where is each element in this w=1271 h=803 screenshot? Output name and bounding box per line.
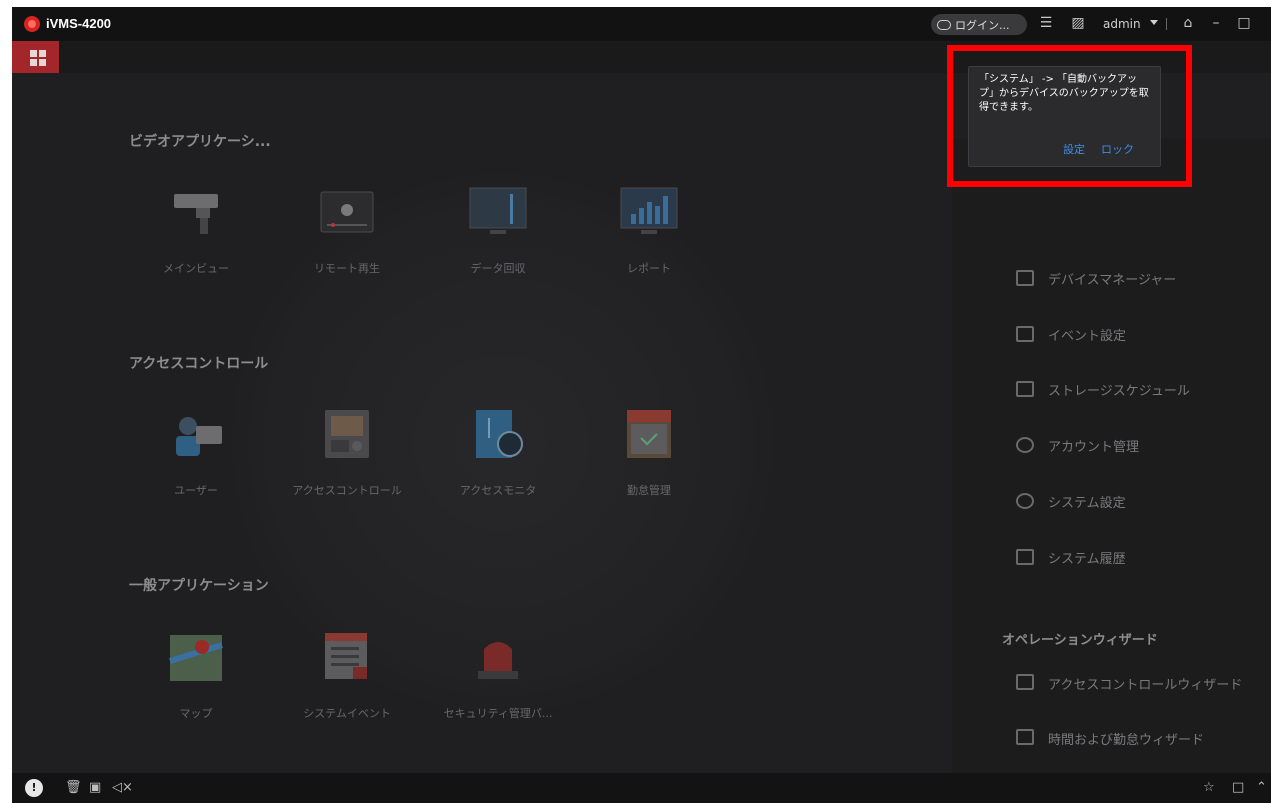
rp-system-log[interactable]: システム履歴 <box>1048 548 1126 567</box>
right-panel: デバイスマネージャー イベント設定 ストレージスケジュール アカウント管理 シス… <box>952 139 1271 803</box>
window-icon[interactable]: □ <box>1232 780 1244 796</box>
app-label: セキュリティ管理パ... <box>443 707 553 720</box>
grid-icon-part <box>30 59 37 66</box>
status-bar: ! 🗑 ▣ ◁× ☆ □ ⌃ <box>12 773 1271 803</box>
app-report[interactable]: レポート <box>574 186 724 276</box>
chevron-down-icon[interactable] <box>1150 20 1158 25</box>
section-title-general: 一般アプリケーション <box>129 578 269 594</box>
pin-icon[interactable]: ☆ <box>1203 780 1215 796</box>
app-logo-icon <box>24 16 40 32</box>
monitor-icon <box>468 186 528 238</box>
app-label: データ回収 <box>470 262 526 275</box>
grid-icon-part <box>39 59 46 66</box>
app-data-retrieval[interactable]: データ回収 <box>423 186 573 276</box>
trash-icon[interactable]: 🗑 <box>65 780 82 796</box>
cloud-login-button[interactable]: ログイン... <box>931 14 1027 35</box>
app-title: iVMS-4200 <box>46 16 112 31</box>
intercom-icon <box>317 408 377 460</box>
rp-access-wizard[interactable]: アクセスコントロールウィザード <box>1048 674 1242 693</box>
calendar-icon <box>619 408 679 460</box>
list-menu-icon[interactable]: ☰ <box>1038 15 1054 31</box>
log-icon <box>1016 549 1034 565</box>
app-label: アクセスコントロール <box>292 484 402 497</box>
alert-icon[interactable]: ! <box>25 779 43 797</box>
playback-icon <box>317 186 377 238</box>
app-attendance[interactable]: 勤怠管理 <box>574 408 724 498</box>
calendar-wizard-icon <box>1016 729 1034 745</box>
app-map[interactable]: マップ <box>121 631 271 721</box>
module-grid-button[interactable] <box>12 41 59 73</box>
wizard-header: オペレーションウィザード <box>1002 633 1158 648</box>
annotation-highlight-box <box>947 45 1192 187</box>
user-card-icon <box>166 408 226 460</box>
app-access-control[interactable]: アクセスコントロール <box>272 408 422 498</box>
alarm-light-icon <box>468 631 528 683</box>
grid-icon-part <box>39 50 46 57</box>
app-main-view[interactable]: メインビュー <box>121 186 271 276</box>
grid-icon <box>30 50 37 57</box>
section-title-access: アクセスコントロール <box>129 356 269 372</box>
app-label: ユーザー <box>174 484 218 497</box>
app-access-monitor[interactable]: アクセスモニタ <box>423 408 573 498</box>
section-title-video: ビデオアプリケーシ... <box>129 134 271 150</box>
rp-storage-schedule[interactable]: ストレージスケジュール <box>1048 380 1190 399</box>
report-chart-icon <box>619 186 679 238</box>
door-monitor-icon <box>468 408 528 460</box>
rp-system-settings[interactable]: システム設定 <box>1048 492 1126 511</box>
maximize-icon[interactable]: □ <box>1236 15 1252 31</box>
app-label: 勤怠管理 <box>627 484 671 497</box>
lock-icon[interactable]: ⌂ <box>1180 15 1196 31</box>
app-label: システムイベント <box>303 707 391 720</box>
account-icon <box>1016 437 1034 453</box>
app-system-event[interactable]: システムイベント <box>272 631 422 721</box>
app-label: レポート <box>627 262 671 275</box>
image-icon[interactable]: ▣ <box>89 780 101 796</box>
app-label: リモート再生 <box>314 262 380 275</box>
divider <box>1166 18 1167 30</box>
event-config-icon <box>1016 326 1034 342</box>
app-remote-playback[interactable]: リモート再生 <box>272 186 422 276</box>
event-list-icon <box>317 631 377 683</box>
mute-icon[interactable]: ◁× <box>112 780 133 796</box>
storage-icon <box>1016 381 1034 397</box>
cloud-icon <box>937 19 951 30</box>
camera-icon <box>166 186 226 238</box>
device-icon <box>1016 270 1034 286</box>
rp-device-manager[interactable]: デバイスマネージャー <box>1048 269 1176 288</box>
map-icon <box>166 631 226 683</box>
rp-event-config[interactable]: イベント設定 <box>1048 325 1126 344</box>
resource-monitor-icon[interactable]: ▨ <box>1070 15 1086 31</box>
login-label: ログイン... <box>955 18 1010 32</box>
rp-attendance-wizard[interactable]: 時間および勤怠ウィザード <box>1048 729 1204 748</box>
title-bar: iVMS-4200 ログイン... ☰ ▨ admin ⌂ – □ <box>12 7 1271 41</box>
app-security-panel[interactable]: セキュリティ管理パ... <box>423 631 573 721</box>
chevron-up-icon[interactable]: ⌃ <box>1256 780 1267 796</box>
app-label: メインビュー <box>163 262 229 275</box>
app-label: マップ <box>179 707 213 720</box>
gear-icon <box>1016 493 1034 509</box>
rp-account-mgmt[interactable]: アカウント管理 <box>1048 436 1139 455</box>
app-user[interactable]: ユーザー <box>121 408 271 498</box>
door-wizard-icon <box>1016 674 1034 690</box>
app-window: iVMS-4200 ログイン... ☰ ▨ admin ⌂ – □ ビデオアプリ… <box>12 7 1271 803</box>
minimize-icon[interactable]: – <box>1208 15 1224 31</box>
user-menu[interactable]: admin <box>1103 17 1141 31</box>
app-label: アクセスモニタ <box>459 484 537 497</box>
